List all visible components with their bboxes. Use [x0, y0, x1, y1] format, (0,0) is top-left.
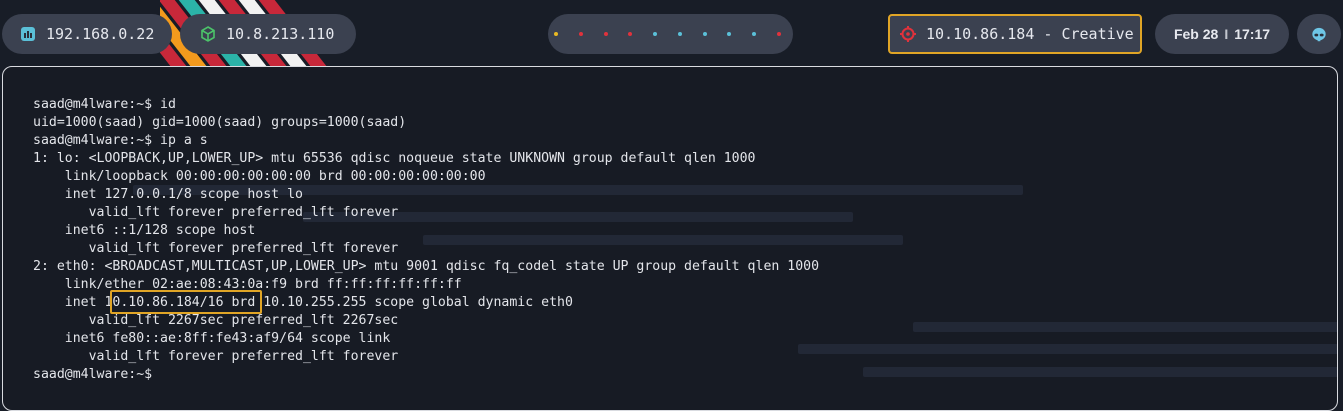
- workspace-dot-2[interactable]: [578, 32, 583, 36]
- workspace-dot-10[interactable]: [776, 32, 781, 36]
- workspace-dot-3[interactable]: [603, 32, 608, 36]
- clock-widget[interactable]: Feb 28 I 17:17: [1155, 14, 1289, 54]
- top-status-bar: 192.168.0.22 10.8.213.110 10.10.86.184 -…: [0, 0, 1343, 68]
- target-widget[interactable]: 10.10.86.184 - Creative: [888, 14, 1142, 54]
- terminal-line: valid_lft forever preferred_lft forever: [33, 349, 399, 364]
- workspace-dot-8[interactable]: [727, 32, 732, 36]
- alien-icon: [1311, 26, 1327, 42]
- terminal-line: inet6 ::1/128 scope host: [33, 223, 256, 238]
- ip-highlight-box: [110, 290, 262, 314]
- local-ip-widget[interactable]: 192.168.0.22: [2, 14, 172, 54]
- terminal-line: valid_lft 2267sec preferred_lft 2267sec: [33, 313, 399, 328]
- clock-date: Feb 28: [1173, 26, 1219, 42]
- clock-separator: I: [1224, 26, 1229, 42]
- workspace-dot-7[interactable]: [702, 32, 707, 36]
- terminal-line: valid_lft forever preferred_lft forever: [33, 241, 399, 256]
- terminal-line: inet6 fe80::ae:8ff:fe43:af9/64 scope lin…: [33, 331, 391, 346]
- terminal-line: valid_lft forever preferred_lft forever: [33, 205, 399, 220]
- terminal-line: uid=1000(saad) gid=1000(saad) groups=100…: [33, 115, 407, 130]
- cube-icon: [200, 26, 216, 42]
- workspaces-indicator[interactable]: [548, 14, 793, 54]
- terminal-line: saad@m4lware:~$: [33, 367, 161, 382]
- crosshair-icon: [900, 26, 916, 42]
- workspace-dot-1[interactable]: [554, 32, 558, 36]
- workspace-dot-5[interactable]: [653, 32, 658, 36]
- terminal-output: saad@m4lware:~$ id uid=1000(saad) gid=100…: [33, 96, 819, 384]
- terminal-line: link/loopback 00:00:00:00:00:00 brd 00:0…: [33, 169, 486, 184]
- power-menu-button[interactable]: [1297, 14, 1341, 54]
- vpn-ip-text: 10.8.213.110: [226, 25, 335, 43]
- network-icon: [20, 26, 36, 42]
- terminal-line: 1: lo: <LOOPBACK,UP,LOWER_UP> mtu 65536 …: [33, 151, 756, 166]
- terminal-window[interactable]: saad@m4lware:~$ id uid=1000(saad) gid=100…: [2, 66, 1338, 411]
- terminal-line: inet 127.0.0.1/8 scope host lo: [33, 187, 303, 202]
- terminal-line: saad@m4lware:~$ ip a s: [33, 133, 208, 148]
- local-ip-text: 192.168.0.22: [46, 25, 155, 43]
- clock-time: 17:17: [1234, 26, 1271, 42]
- workspace-dot-6[interactable]: [677, 32, 682, 36]
- workspace-dot-4[interactable]: [628, 32, 633, 36]
- workspace-dot-9[interactable]: [752, 32, 757, 36]
- terminal-line: saad@m4lware:~$ id: [33, 97, 176, 112]
- terminal-line: 2: eth0: <BROADCAST,MULTICAST,UP,LOWER_U…: [33, 259, 820, 274]
- vpn-ip-widget[interactable]: 10.8.213.110: [180, 14, 356, 54]
- target-text: 10.10.86.184 - Creative: [926, 25, 1134, 43]
